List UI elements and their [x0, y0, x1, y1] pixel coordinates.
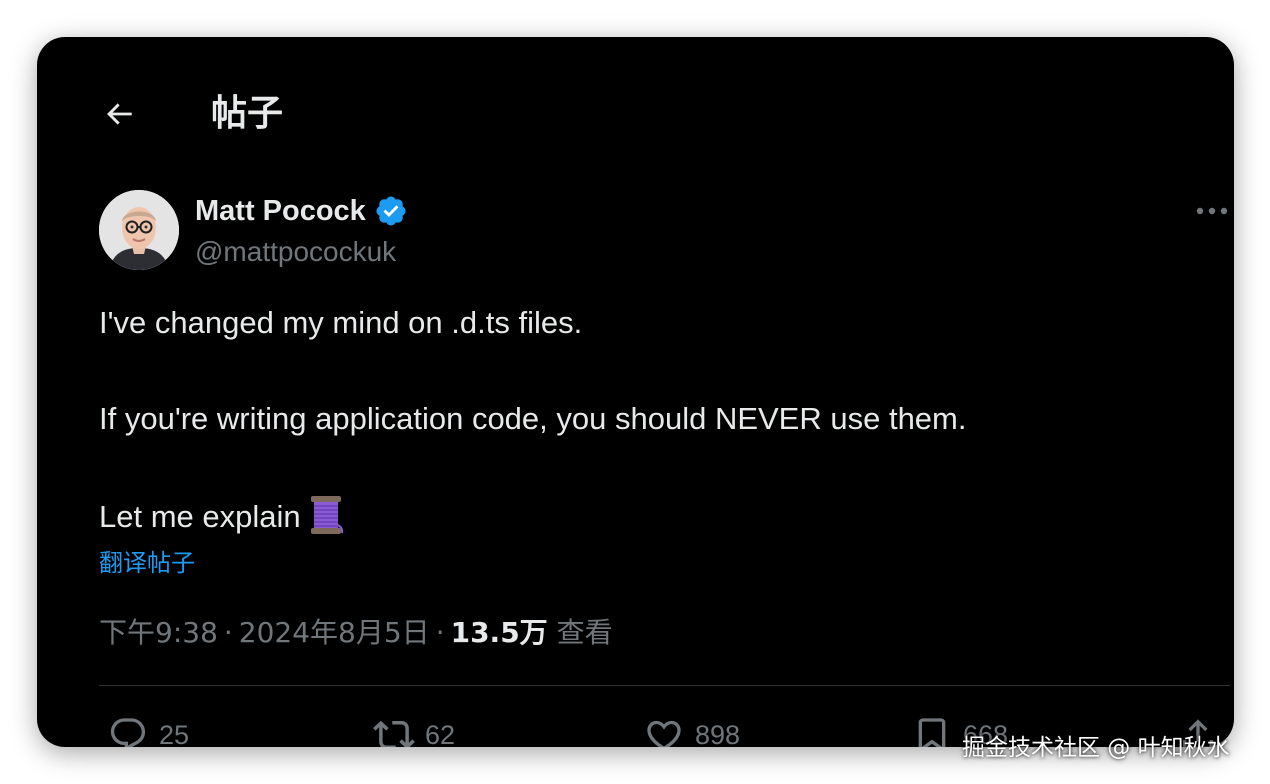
more-horizontal-icon	[1196, 207, 1228, 215]
tweet-line: Let me explain	[99, 499, 301, 534]
more-options-button[interactable]	[1193, 197, 1231, 225]
tweet-line-with-emoji: Let me explain	[99, 495, 345, 535]
reply-button[interactable]: 25	[107, 713, 189, 747]
repost-count: 62	[425, 719, 456, 748]
tweet-line: If you're writing application code, you …	[99, 401, 967, 436]
tweet-line: I've changed my mind on .d.ts files.	[99, 305, 583, 340]
verified-badge-icon	[374, 194, 408, 228]
translate-post-link[interactable]: 翻译帖子	[99, 547, 195, 579]
thread-spool-icon	[309, 495, 345, 545]
like-count: 898	[695, 719, 741, 748]
page-title: 帖子	[211, 93, 284, 134]
author-name: Matt Pocock	[195, 195, 366, 227]
watermark: 掘金技术社区 @ 叶知秋水	[962, 735, 1230, 761]
views-count: 13.5万	[450, 616, 548, 649]
meta-separator: ·	[435, 616, 445, 649]
like-button[interactable]: 898	[643, 713, 740, 747]
author-handle[interactable]: @mattpocockuk	[195, 234, 396, 270]
heart-icon	[643, 714, 685, 747]
reply-icon	[107, 714, 149, 747]
post-meta: 下午9:38 · 2024年8月5日 · 13.5万 查看	[99, 613, 613, 653]
arrow-left-icon	[107, 103, 132, 125]
meta-separator: ·	[223, 616, 233, 649]
reply-count: 25	[159, 719, 190, 748]
post-card: 帖子 Matt Pocock @mattpocockuk I've change…	[37, 37, 1234, 747]
bookmark-icon	[911, 714, 953, 747]
views-label: 查看	[556, 616, 613, 649]
repost-button[interactable]: 62	[373, 713, 455, 747]
post-time[interactable]: 下午9:38	[99, 616, 218, 649]
back-button[interactable]	[101, 96, 137, 132]
repost-icon	[373, 714, 415, 747]
avatar[interactable]	[99, 190, 179, 270]
divider	[99, 685, 1230, 686]
author-name-row[interactable]: Matt Pocock	[195, 193, 408, 229]
post-date[interactable]: 2024年8月5日	[239, 616, 430, 649]
